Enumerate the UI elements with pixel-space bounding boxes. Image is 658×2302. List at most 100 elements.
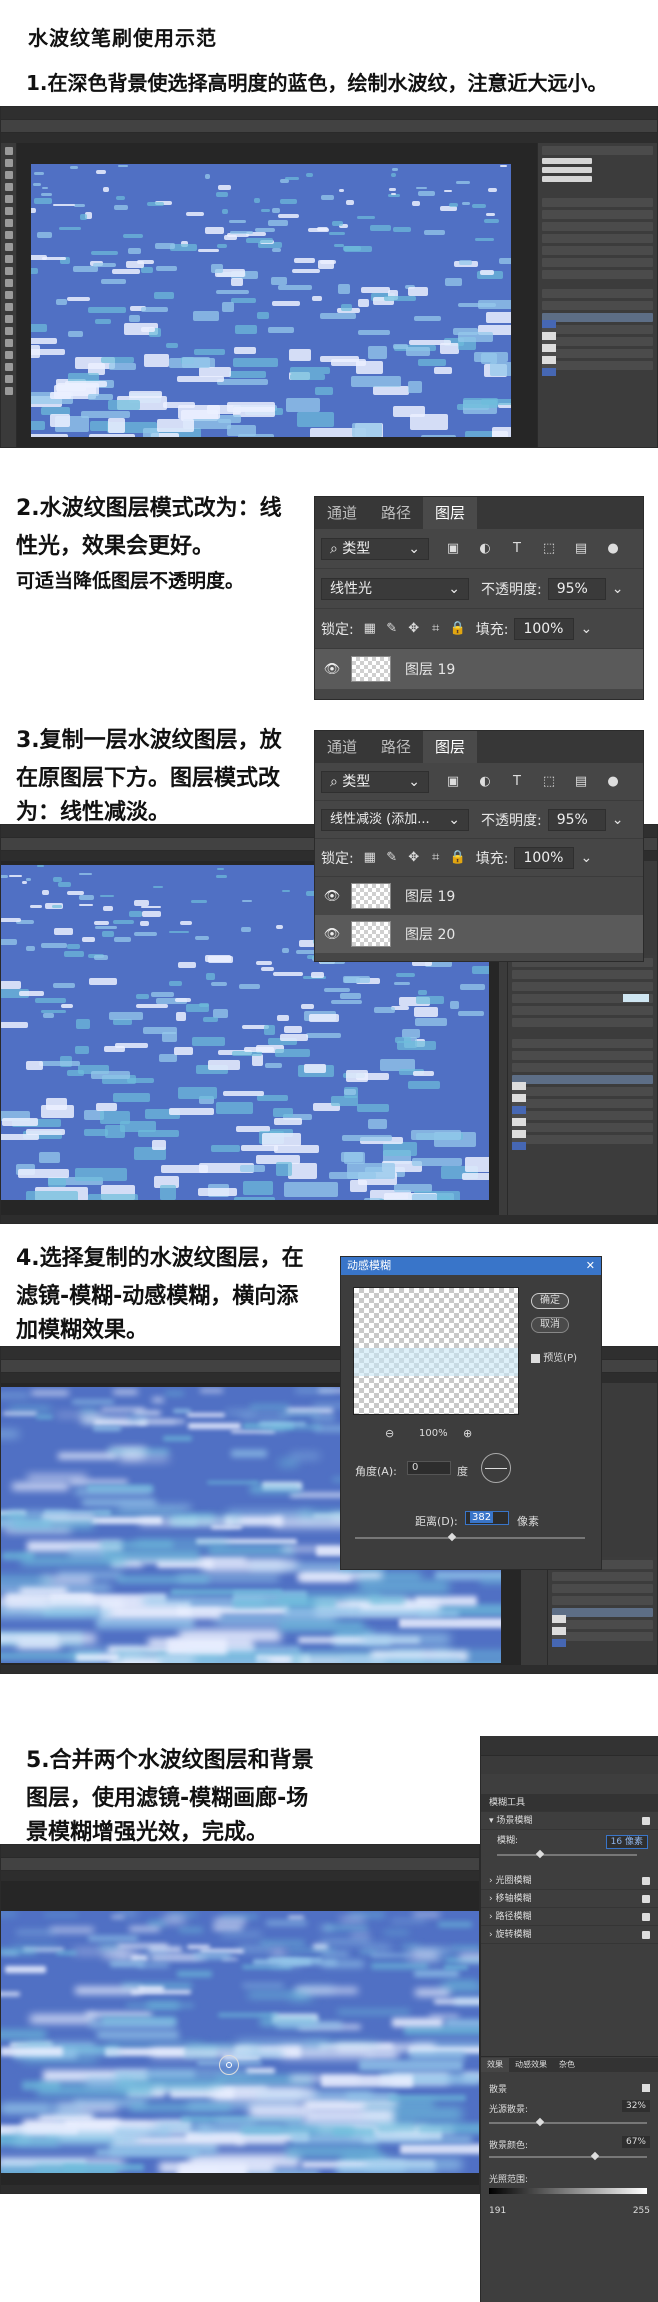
layer-filter-select[interactable]: ⌕ 类型 ⌄ — [321, 537, 429, 560]
water-ripple — [177, 961, 196, 969]
blur-preview[interactable] — [353, 1287, 519, 1415]
lock-brush-icon[interactable]: ✎ — [384, 850, 400, 866]
tab-noise[interactable]: 杂色 — [553, 2058, 581, 2072]
light-bokeh-input[interactable]: 32% — [621, 2100, 650, 2112]
angle-dial[interactable] — [481, 1453, 511, 1483]
checkbox-icon[interactable] — [642, 1877, 650, 1885]
lock-move-icon[interactable]: ✥ — [406, 621, 422, 637]
tilt-shift-item[interactable]: › 移轴模糊 — [481, 1890, 658, 1908]
layer-row[interactable]: 👁 图层 19 — [315, 649, 643, 689]
filter-toggle-icon[interactable]: ● — [605, 774, 621, 790]
water-ripple — [114, 204, 128, 210]
blur-pin-icon[interactable] — [219, 2055, 239, 2075]
water-ripple — [198, 1187, 238, 1197]
panel-top-bar — [481, 1736, 658, 1756]
water-ripple — [444, 189, 452, 192]
smart-object-filter-icon[interactable]: ▤ — [573, 774, 589, 790]
tab-layers[interactable]: 图层 — [423, 731, 478, 763]
path-blur-item[interactable]: › 路径模糊 — [481, 1908, 658, 1926]
water-ripple — [234, 325, 257, 335]
lock-transparent-icon[interactable]: ▦ — [362, 850, 378, 866]
chevron-down-icon[interactable]: ⌄ — [612, 812, 624, 828]
light-bokeh-slider-handle[interactable] — [535, 2117, 544, 2127]
blur-slider-handle[interactable] — [535, 1849, 545, 1859]
bokeh-color-slider-handle[interactable] — [590, 2151, 600, 2161]
blur-slider[interactable] — [497, 1854, 637, 1856]
tab-paths[interactable]: 路径 — [369, 731, 423, 763]
image-filter-icon[interactable]: ▣ — [445, 541, 461, 557]
tab-layers[interactable]: 图层 — [423, 497, 478, 529]
shape-filter-icon[interactable]: ⬚ — [541, 541, 557, 557]
preview-checkbox[interactable]: 预览(P) — [531, 1349, 577, 1364]
blend-mode-select[interactable]: 线性减淡 (添加... ⌄ — [321, 808, 469, 831]
bokeh-color-input[interactable]: 67% — [621, 2136, 650, 2148]
distance-input[interactable]: 382 — [465, 1511, 509, 1525]
lock-artboard-icon[interactable]: ⌗ — [428, 621, 444, 637]
tab-paths[interactable]: 路径 — [369, 497, 423, 529]
layer-row[interactable]: 👁 图层 19 — [315, 877, 643, 915]
opacity-input[interactable]: 95% — [547, 808, 606, 831]
blend-mode-select[interactable]: 线性光 ⌄ — [321, 577, 469, 600]
ok-button[interactable]: 确定 — [531, 1293, 569, 1309]
eye-icon[interactable]: 👁 — [323, 662, 341, 677]
tab-channels[interactable]: 通道 — [315, 731, 369, 763]
checkbox-icon[interactable] — [642, 1817, 650, 1825]
light-range-min[interactable]: 191 — [489, 2206, 506, 2216]
spin-blur-label: 旋转模糊 — [495, 1930, 532, 1940]
chevron-down-icon[interactable]: ⌄ — [612, 581, 624, 597]
opacity-input[interactable]: 95% — [547, 577, 606, 600]
lock-all-icon[interactable]: 🔒 — [450, 621, 466, 637]
checkbox-icon[interactable] — [642, 1913, 650, 1921]
lock-artboard-icon[interactable]: ⌗ — [428, 850, 444, 866]
lock-move-icon[interactable]: ✥ — [406, 850, 422, 866]
tab-channels[interactable]: 通道 — [315, 497, 369, 529]
water-ripple — [311, 295, 322, 301]
close-icon[interactable]: ✕ — [586, 1257, 595, 1275]
water-ripple — [39, 2114, 93, 2123]
bokeh-color-slider[interactable] — [489, 2156, 647, 2158]
water-canvas[interactable] — [31, 164, 511, 437]
angle-input[interactable]: 0 — [407, 1461, 451, 1475]
water-ripple — [102, 1549, 200, 1561]
tab-motion-effects[interactable]: 动感效果 — [509, 2058, 553, 2072]
type-filter-icon[interactable]: T — [509, 774, 525, 790]
blur-input[interactable]: 16 像素 — [605, 1835, 648, 1849]
chevron-down-icon[interactable]: ⌄ — [580, 850, 592, 866]
water-canvas[interactable] — [1, 1911, 479, 2173]
checkbox-icon[interactable] — [642, 1895, 650, 1903]
light-range-gradient[interactable] — [489, 2188, 647, 2194]
water-ripple — [166, 1639, 228, 1655]
bokeh-checkbox[interactable] — [642, 2084, 650, 2092]
lock-brush-icon[interactable]: ✎ — [384, 621, 400, 637]
layer-filter-select[interactable]: ⌕ 类型 ⌄ — [321, 770, 429, 793]
eye-icon[interactable]: 👁 — [323, 927, 341, 942]
iris-blur-item[interactable]: › 光圈模糊 — [481, 1872, 658, 1890]
type-filter-icon[interactable]: T — [509, 541, 525, 557]
fill-input[interactable]: 100% — [514, 846, 575, 869]
lock-all-icon[interactable]: 🔒 — [450, 850, 466, 866]
light-range-max[interactable]: 255 — [633, 2206, 650, 2216]
light-bokeh-slider[interactable] — [489, 2122, 647, 2124]
image-filter-icon[interactable]: ▣ — [445, 774, 461, 790]
lock-transparent-icon[interactable]: ▦ — [362, 621, 378, 637]
smart-object-filter-icon[interactable]: ▤ — [573, 541, 589, 557]
adjust-filter-icon[interactable]: ◐ — [477, 774, 493, 790]
cancel-button[interactable]: 取消 — [531, 1317, 569, 1333]
checkbox-icon[interactable] — [642, 1931, 650, 1939]
shape-filter-icon[interactable]: ⬚ — [541, 774, 557, 790]
adjust-filter-icon[interactable]: ◐ — [477, 541, 493, 557]
tab-effects[interactable]: 效果 — [481, 2058, 509, 2072]
fill-input[interactable]: 100% — [514, 617, 575, 640]
zoom-out-icon[interactable]: ⊖ — [385, 1427, 394, 1440]
distance-slider-handle[interactable] — [447, 1532, 457, 1542]
eye-icon[interactable]: 👁 — [323, 889, 341, 904]
filter-toggle-icon[interactable]: ● — [605, 541, 621, 557]
chevron-down-icon[interactable]: ⌄ — [580, 621, 592, 637]
scene-blur-item[interactable]: ▾ 场景模糊 — [481, 1812, 658, 1830]
layer-row[interactable]: 👁 图层 20 — [315, 915, 643, 953]
water-ripple — [211, 263, 224, 273]
spin-blur-item[interactable]: › 旋转模糊 — [481, 1926, 658, 1944]
distance-slider[interactable] — [355, 1537, 585, 1539]
blend-mode-value: 线性光 — [330, 580, 372, 597]
zoom-in-icon[interactable]: ⊕ — [463, 1427, 472, 1440]
